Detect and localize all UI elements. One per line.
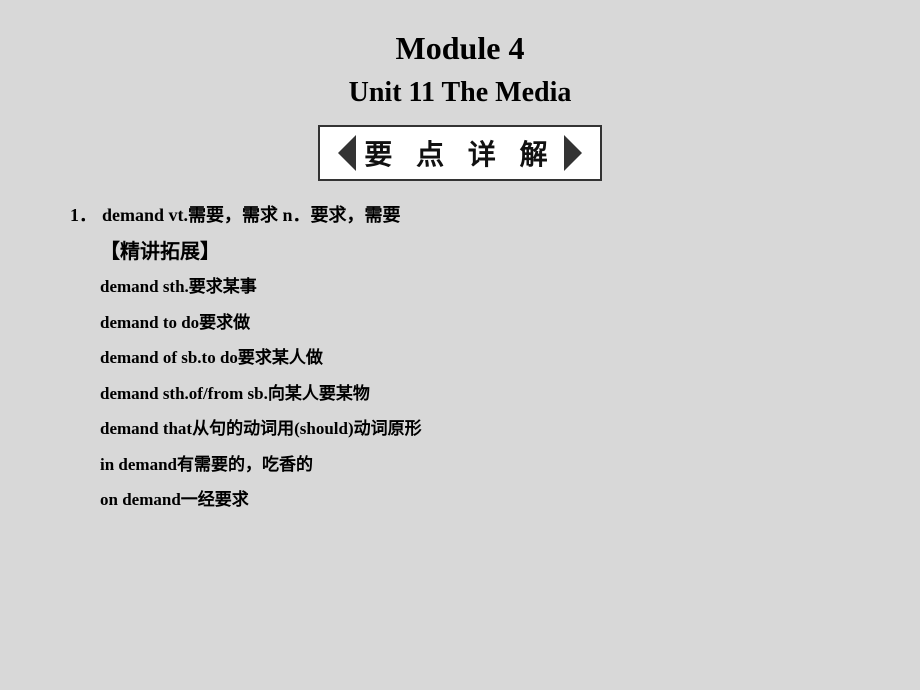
module-title: Module 4 — [60, 30, 860, 67]
sub-item-4: demand sth.of/from sb.向某人要某物 — [100, 381, 860, 407]
unit-title: Unit 11 The Media — [60, 77, 860, 109]
sub-item-5: demand that从句的动词用(should)动词原形 — [100, 416, 860, 442]
item-number-1: 1． — [70, 201, 98, 227]
page-container: Module 4 Unit 11 The Media 要 点 详 解 1． de… — [0, 0, 920, 690]
item-main-1: demand vt.需要，需求 n．要求，需要 — [102, 201, 401, 227]
content-section: 1． demand vt.需要，需求 n．要求，需要 【精讲拓展】 demand… — [60, 201, 860, 513]
sub-item-2: demand to do要求做 — [100, 310, 860, 336]
banner-arrow-right-icon — [564, 135, 582, 171]
banner-wrapper: 要 点 详 解 — [60, 125, 860, 181]
banner-arrow-left-icon — [338, 135, 356, 171]
banner: 要 点 详 解 — [318, 125, 601, 181]
banner-text: 要 点 详 解 — [364, 133, 555, 173]
sub-item-1: demand sth.要求某事 — [100, 274, 860, 300]
sub-item-6: in demand有需要的，吃香的 — [100, 452, 860, 478]
sub-item-3: demand of sb.to do要求某人做 — [100, 345, 860, 371]
sub-item-7: on demand一经要求 — [100, 487, 860, 513]
jing-jiang-label: 【精讲拓展】 — [100, 235, 860, 264]
item-row-1: 1． demand vt.需要，需求 n．要求，需要 — [70, 201, 860, 227]
